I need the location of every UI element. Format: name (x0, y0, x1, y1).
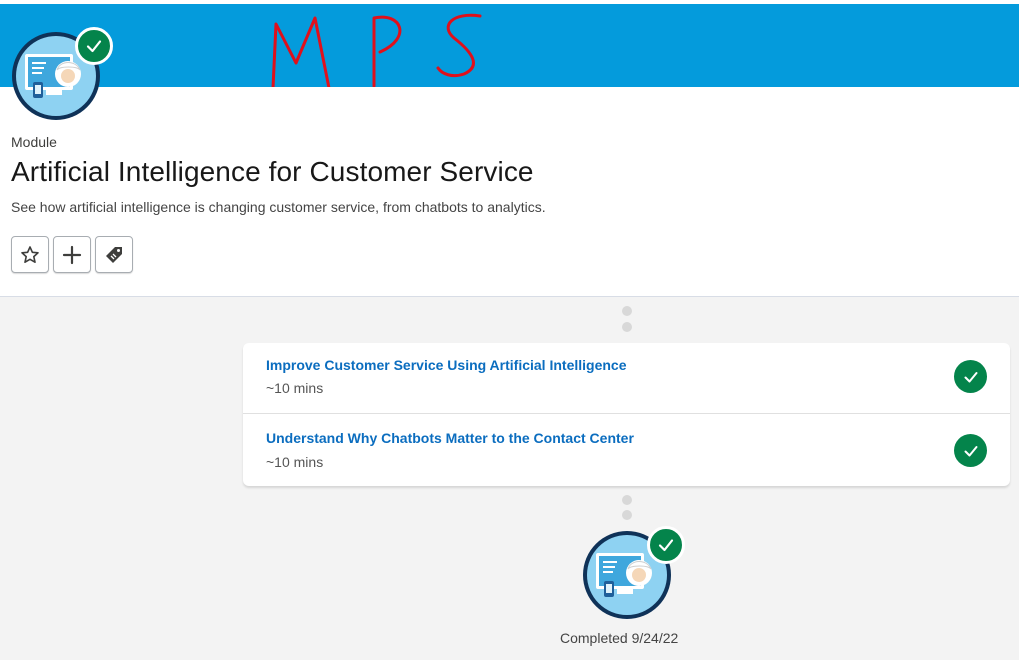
module-header (0, 87, 1019, 297)
path-dot (622, 510, 632, 520)
module-actions (11, 236, 133, 273)
units-list: Improve Customer Service Using Artificia… (243, 343, 1010, 486)
content-type-label: Module (11, 134, 57, 150)
unit-title-link[interactable]: Understand Why Chatbots Matter to the Co… (266, 430, 634, 446)
tag-button[interactable] (95, 236, 133, 273)
handwritten-annotation (271, 13, 482, 95)
completion-date: Completed 9/24/22 (560, 630, 679, 646)
path-dot (622, 306, 632, 316)
path-dot (622, 495, 632, 505)
plus-icon (62, 245, 82, 264)
unit-duration: ~10 mins (266, 454, 324, 470)
page-title: Artificial Intelligence for Customer Ser… (11, 156, 534, 187)
unit-title-link[interactable]: Improve Customer Service Using Artificia… (266, 357, 626, 373)
module-banner (0, 4, 1019, 87)
star-icon (21, 245, 39, 263)
module-description: See how artificial intelligence is chang… (11, 199, 546, 215)
list-item[interactable]: Improve Customer Service Using Artificia… (243, 343, 1010, 414)
unit-duration: ~10 mins (266, 380, 324, 396)
completed-check-icon (954, 434, 987, 467)
favorite-button[interactable] (11, 236, 49, 273)
add-to-list-button[interactable] (53, 236, 91, 273)
completed-check-icon (954, 360, 987, 393)
completed-check-icon (647, 526, 685, 564)
path-dot (622, 322, 632, 332)
list-item[interactable]: Understand Why Chatbots Matter to the Co… (243, 413, 1010, 484)
tag-icon (106, 246, 122, 263)
completed-check-icon (75, 27, 113, 65)
